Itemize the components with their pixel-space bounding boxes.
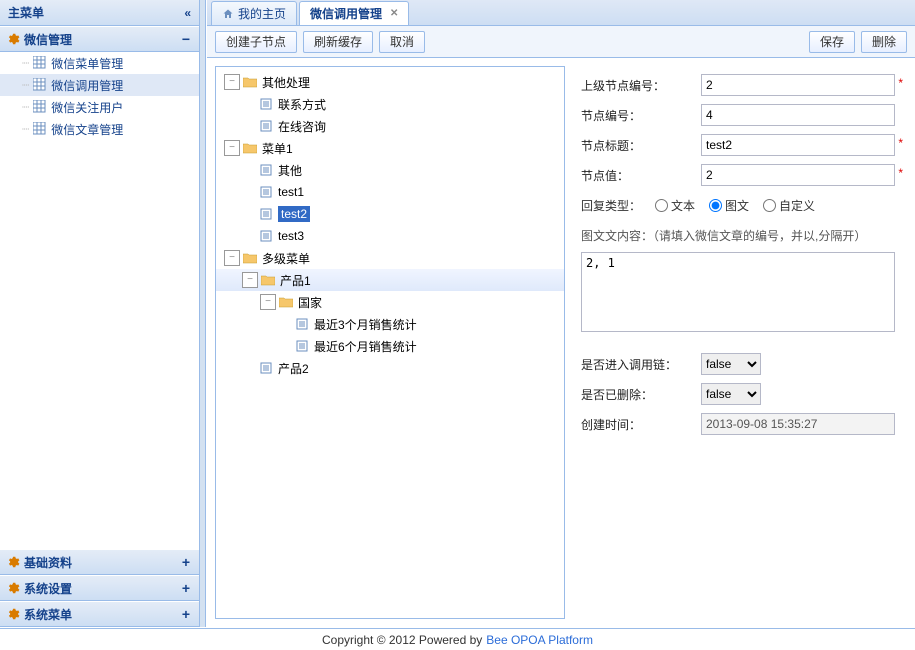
tree-node-multimenu[interactable]: −多级菜单 [216, 247, 564, 269]
rich-content-note: 图文文内容：（请填入微信文章的编号，并以,分隔开） [581, 224, 895, 246]
gear-icon [6, 581, 20, 595]
form-panel: 上级节点编号： 节点编号： 节点标题： 节点值： 回复类型： 文本 图文 自定义… [573, 66, 907, 619]
label-in-chain: 是否进入调用链： [581, 356, 701, 373]
delete-button[interactable]: 删除 [861, 31, 907, 53]
tree-node-country[interactable]: −国家 [216, 291, 564, 313]
folder-icon [242, 140, 258, 156]
label-parent-no: 上级节点编号： [581, 77, 701, 94]
footer: Copyright © 2012 Powered by Bee OPOA Pla… [0, 628, 915, 650]
tree-node-product2[interactable]: 产品2 [216, 357, 564, 379]
close-icon[interactable]: ✕ [390, 8, 398, 19]
collapse-sidebar-icon[interactable]: « [184, 6, 191, 20]
home-icon [222, 8, 234, 20]
label-reply-type: 回复类型： [581, 197, 641, 214]
collapse-icon[interactable]: − [260, 294, 276, 310]
collapse-icon[interactable]: − [224, 250, 240, 266]
main: 我的主页 微信调用管理 ✕ 创建子节点 刷新缓存 取消 保存 删除 −其他处理 … [207, 0, 915, 627]
input-node-no[interactable] [701, 104, 895, 126]
tab-wechat-invoke[interactable]: 微信调用管理 ✕ [299, 1, 409, 25]
folder-icon [278, 294, 294, 310]
splitter[interactable] [200, 0, 206, 627]
plus-icon[interactable]: + [179, 554, 193, 570]
footer-text: Copyright © 2012 Powered by [322, 633, 482, 647]
accordion-base-header[interactable]: 基础资料 + [0, 549, 199, 575]
nav-wechat-invoke[interactable]: ┈微信调用管理 [0, 74, 199, 96]
folder-icon [242, 74, 258, 90]
accordion-sysmenu-header[interactable]: 系统菜单 + [0, 601, 199, 627]
sidebar-title: 主菜单 [8, 4, 44, 21]
radio-custom[interactable] [763, 199, 776, 212]
select-deleted[interactable]: falsetrue [701, 383, 761, 405]
tree-node-test3[interactable]: test3 [216, 225, 564, 247]
folder-icon [260, 272, 276, 288]
plus-icon[interactable]: + [179, 580, 193, 596]
page-icon [258, 360, 274, 376]
label-node-value: 节点值： [581, 167, 701, 184]
label-deleted: 是否已删除： [581, 386, 701, 403]
page-icon [258, 184, 274, 200]
tree-panel: −其他处理 联系方式 在线咨询 −菜单1 其他 test1 test2 test… [215, 66, 565, 619]
tabstrip: 我的主页 微信调用管理 ✕ [207, 0, 915, 26]
tree-node-product1[interactable]: −产品1 [216, 269, 564, 291]
reply-type-group: 回复类型： 文本 图文 自定义 [581, 190, 895, 220]
page-icon [258, 118, 274, 134]
tab-home[interactable]: 我的主页 [211, 1, 297, 25]
accordion-wechat-title: 微信管理 [24, 31, 72, 48]
tree-node-contact[interactable]: 联系方式 [216, 93, 564, 115]
footer-link[interactable]: Bee OPOA Platform [486, 633, 593, 647]
nav-wechat-followers[interactable]: ┈微信关注用户 [0, 96, 199, 118]
tree-node-3month[interactable]: 最近3个月销售统计 [216, 313, 564, 335]
gear-icon [6, 32, 20, 46]
collapse-icon[interactable]: − [242, 272, 258, 288]
tree-node-other[interactable]: −其他处理 [216, 71, 564, 93]
save-button[interactable]: 保存 [809, 31, 855, 53]
label-created-at: 创建时间： [581, 416, 701, 433]
create-child-button[interactable]: 创建子节点 [215, 31, 297, 53]
page-icon [258, 162, 274, 178]
nav-wechat-articles[interactable]: ┈微信文章管理 [0, 118, 199, 140]
sidebar-header: 主菜单 « [0, 0, 199, 26]
gear-icon [6, 607, 20, 621]
grid-icon [33, 56, 47, 70]
select-in-chain[interactable]: falsetrue [701, 353, 761, 375]
collapse-icon[interactable]: − [224, 74, 240, 90]
gear-icon [6, 555, 20, 569]
cancel-button[interactable]: 取消 [379, 31, 425, 53]
radio-rich[interactable] [709, 199, 722, 212]
tree-node-other2[interactable]: 其他 [216, 159, 564, 181]
page-icon [294, 338, 310, 354]
input-node-title[interactable] [701, 134, 895, 156]
refresh-cache-button[interactable]: 刷新缓存 [303, 31, 373, 53]
sidebar: 主菜单 « 微信管理 − ┈微信菜单管理 ┈微信调用管理 ┈微信关注用户 ┈微信… [0, 0, 200, 627]
textarea-rich-content[interactable] [581, 252, 895, 332]
content: −其他处理 联系方式 在线咨询 −菜单1 其他 test1 test2 test… [207, 58, 915, 627]
accordion-wechat-header[interactable]: 微信管理 − [0, 26, 199, 52]
page-icon [294, 316, 310, 332]
tree-node-test2[interactable]: test2 [216, 203, 564, 225]
collapse-icon[interactable]: − [224, 140, 240, 156]
page-icon [258, 228, 274, 244]
input-node-value[interactable] [701, 164, 895, 186]
grid-icon [33, 122, 47, 136]
page-icon [258, 96, 274, 112]
tree-node-menu1[interactable]: −菜单1 [216, 137, 564, 159]
toolbar: 创建子节点 刷新缓存 取消 保存 删除 [207, 26, 915, 58]
label-node-title: 节点标题： [581, 137, 701, 154]
nav-wechat-menu[interactable]: ┈微信菜单管理 [0, 52, 199, 74]
input-parent-no[interactable] [701, 74, 895, 96]
tree-node-online[interactable]: 在线咨询 [216, 115, 564, 137]
tree-node-test1[interactable]: test1 [216, 181, 564, 203]
accordion-wechat-body: ┈微信菜单管理 ┈微信调用管理 ┈微信关注用户 ┈微信文章管理 [0, 52, 199, 140]
input-created-at [701, 413, 895, 435]
label-node-no: 节点编号： [581, 107, 701, 124]
tree-node-6month[interactable]: 最近6个月销售统计 [216, 335, 564, 357]
accordion-sys-header[interactable]: 系统设置 + [0, 575, 199, 601]
grid-icon [33, 100, 47, 114]
folder-icon [242, 250, 258, 266]
grid-icon [33, 78, 47, 92]
radio-text[interactable] [655, 199, 668, 212]
page-icon [258, 206, 274, 222]
minus-icon[interactable]: − [179, 31, 193, 47]
plus-icon[interactable]: + [179, 606, 193, 622]
